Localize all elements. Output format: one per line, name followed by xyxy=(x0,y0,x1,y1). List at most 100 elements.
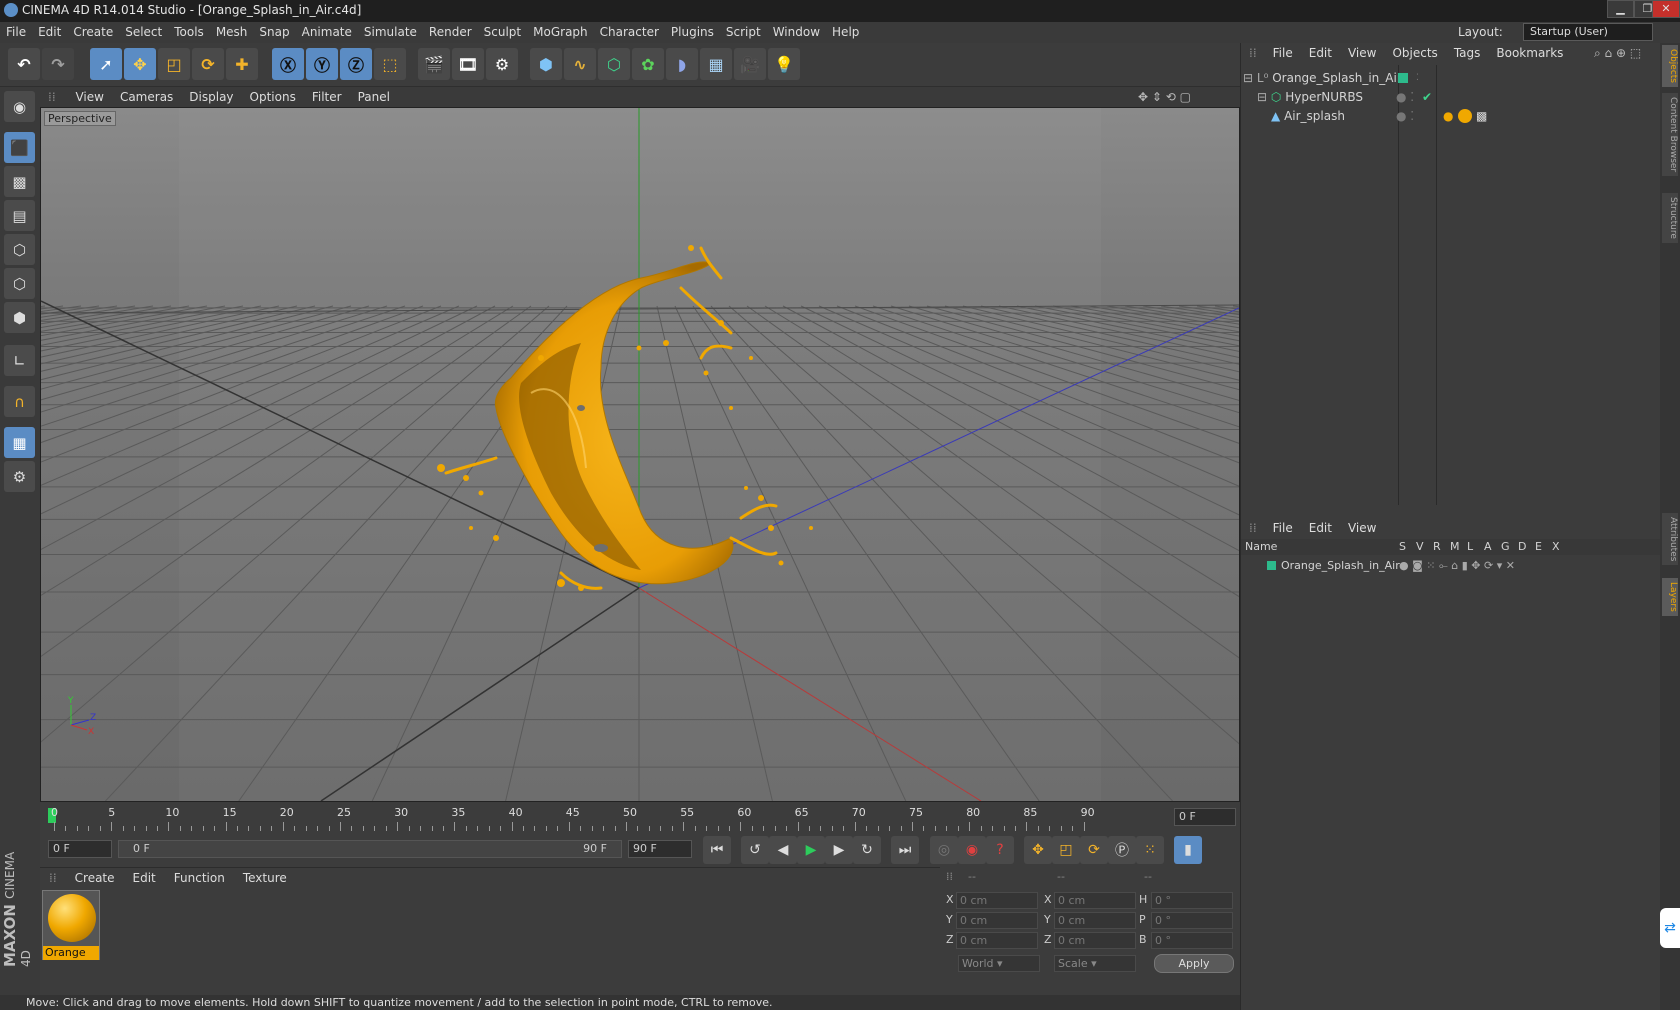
viewport-menu-panel[interactable]: Panel xyxy=(358,90,390,104)
object-name[interactable]: Orange_Splash_in_Air xyxy=(1272,71,1402,85)
apply-button[interactable]: Apply xyxy=(1154,954,1234,973)
material-menu-create[interactable]: Create xyxy=(75,871,115,885)
menu-animate[interactable]: Animate xyxy=(302,22,352,43)
render-picture-viewer-button[interactable]: 🎞 xyxy=(452,48,484,80)
layer-menu-file[interactable]: File xyxy=(1273,521,1293,535)
menu-character[interactable]: Character xyxy=(600,22,659,43)
z-axis-lock-button[interactable]: Ⓩ xyxy=(340,48,372,80)
scheme-settings-button[interactable]: ▮ xyxy=(1174,836,1202,864)
menu-mograph[interactable]: MoGraph xyxy=(533,22,588,43)
perspective-viewport[interactable]: Y Z X Perspective xyxy=(40,107,1240,802)
rotate-tool-button[interactable]: ⟳ xyxy=(192,48,224,80)
menu-plugins[interactable]: Plugins xyxy=(671,22,714,43)
object-menu-bookmarks[interactable]: Bookmarks xyxy=(1496,46,1563,60)
tab-layers[interactable]: Layers xyxy=(1662,578,1678,616)
object-menu-tags[interactable]: Tags xyxy=(1454,46,1481,60)
layer-menu-view[interactable]: View xyxy=(1348,521,1376,535)
make-editable-button[interactable]: ◉ xyxy=(4,91,35,122)
layer-color-swatch[interactable] xyxy=(1267,561,1276,570)
object-menu-edit[interactable]: Edit xyxy=(1309,46,1332,60)
viewport-menu-options[interactable]: Options xyxy=(250,90,296,104)
keyframe-selection-button[interactable]: ? xyxy=(986,836,1014,864)
edges-mode-button[interactable]: ⬡ xyxy=(4,268,35,299)
viewport-menu-filter[interactable]: Filter xyxy=(312,90,342,104)
layer-col-generators[interactable]: G xyxy=(1501,539,1510,555)
recent-tool-button[interactable]: ✚ xyxy=(226,48,258,80)
autokeying-button[interactable]: ◉ xyxy=(958,836,986,864)
viewport-menu-view[interactable]: View xyxy=(75,90,103,104)
record-active-objects-button[interactable]: ◎ xyxy=(930,836,958,864)
layer-col-render[interactable]: R xyxy=(1433,539,1441,555)
camera-button[interactable]: 🎥 xyxy=(734,48,766,80)
current-frame-field[interactable]: 0 F xyxy=(1174,808,1236,826)
object-row-air-splash[interactable]: ▲ Air_splash ● ⁚ ● ▩ xyxy=(1243,107,1659,126)
size-x-field[interactable]: 0 cm xyxy=(1054,892,1136,909)
expand-icon[interactable]: ⊟ xyxy=(1243,71,1253,85)
previous-frame-button[interactable]: ◀ xyxy=(769,836,797,864)
snap-button[interactable]: ∩ xyxy=(4,386,35,417)
undo-button[interactable]: ↶ xyxy=(8,48,40,80)
uvw-tag-icon[interactable]: ▩ xyxy=(1476,107,1487,126)
coordinate-mode-dropdown[interactable]: World ▾ xyxy=(958,955,1040,972)
end-frame-field[interactable]: 90 F xyxy=(628,840,692,858)
rotation-h-field[interactable]: 0 ° xyxy=(1151,892,1233,909)
viewport-menu-display[interactable]: Display xyxy=(189,90,233,104)
position-x-field[interactable]: 0 cm xyxy=(956,892,1038,909)
object-row-hypernurbs[interactable]: ⊟ ⬡ HyperNURBS ● ⁚ ✔ xyxy=(1243,88,1659,107)
layout-select[interactable]: Startup (User) xyxy=(1523,23,1653,41)
size-z-field[interactable]: 0 cm xyxy=(1054,932,1136,949)
tab-attributes[interactable]: Attributes xyxy=(1662,513,1678,566)
y-axis-lock-button[interactable]: Ⓨ xyxy=(306,48,338,80)
move-tool-button[interactable]: ✥ xyxy=(124,48,156,80)
axis-mode-button[interactable]: ∟ xyxy=(4,345,35,376)
next-key-button[interactable]: ↻ xyxy=(853,836,881,864)
menu-render[interactable]: Render xyxy=(429,22,472,43)
model-mode-button[interactable]: ⬛ xyxy=(4,132,35,163)
timeline-ruler[interactable]: 0 5 10 15 20 25 30 35 40 45 50 55 60 65 70 75 80 85 90 0 F xyxy=(40,802,1240,832)
object-row-orange-splash[interactable]: ⊟ L⁰ Orange_Splash_in_Air ⁚ xyxy=(1243,69,1659,88)
menu-simulate[interactable]: Simulate xyxy=(364,22,417,43)
material-tag-icon[interactable] xyxy=(1458,109,1472,123)
layer-name[interactable]: Orange_Splash_in_Air xyxy=(1281,559,1400,572)
menu-edit[interactable]: Edit xyxy=(38,22,61,43)
go-to-end-button[interactable]: ⏭ xyxy=(891,836,919,864)
texture-mode-button[interactable]: ▩ xyxy=(4,166,35,197)
start-frame-field[interactable]: 0 F xyxy=(48,840,112,858)
record-scale-button[interactable]: ◰ xyxy=(1052,836,1080,864)
deformer-button[interactable]: ◗ xyxy=(666,48,698,80)
close-button[interactable]: ✕ xyxy=(1652,0,1680,18)
object-name[interactable]: Air_splash xyxy=(1284,109,1345,123)
enabled-check-icon[interactable]: ✔ xyxy=(1422,88,1432,107)
render-settings-button[interactable]: ⚙ xyxy=(486,48,518,80)
previous-key-button[interactable]: ↺ xyxy=(741,836,769,864)
menu-mesh[interactable]: Mesh xyxy=(216,22,248,43)
layer-col-solo[interactable]: S xyxy=(1399,539,1406,555)
redo-button[interactable]: ↷ xyxy=(42,48,74,80)
x-axis-lock-button[interactable]: Ⓧ xyxy=(272,48,304,80)
viewport-menu-cameras[interactable]: Cameras xyxy=(120,90,173,104)
phong-tag-icon[interactable]: ● xyxy=(1443,107,1453,126)
cloner-button[interactable]: ✿ xyxy=(632,48,664,80)
go-to-start-button[interactable]: ⏮ xyxy=(703,836,731,864)
menu-file[interactable]: File xyxy=(6,22,26,43)
viewport-navigation-icons[interactable]: ✥ ⇕ ⟲ ▢ xyxy=(1138,87,1191,107)
layer-col-xref[interactable]: X xyxy=(1552,539,1560,555)
frame-range-slider[interactable]: 0 F 90 F xyxy=(118,840,622,858)
size-mode-dropdown[interactable]: Scale ▾ xyxy=(1054,955,1136,972)
coordinate-system-button[interactable]: ⬚ xyxy=(374,48,406,80)
size-y-field[interactable]: 0 cm xyxy=(1054,912,1136,929)
rotation-b-field[interactable]: 0 ° xyxy=(1151,932,1233,949)
position-y-field[interactable]: 0 cm xyxy=(956,912,1038,929)
menu-select[interactable]: Select xyxy=(125,22,162,43)
tab-content-browser[interactable]: Content Browser xyxy=(1662,93,1678,177)
layer-menu-edit[interactable]: Edit xyxy=(1309,521,1332,535)
spline-pen-button[interactable]: ∿ xyxy=(564,48,596,80)
menu-tools[interactable]: Tools xyxy=(174,22,204,43)
subdivision-surface-button[interactable]: ⬡ xyxy=(598,48,630,80)
visibility-dots[interactable]: ⁚ xyxy=(1416,69,1419,88)
layer-col-deformers[interactable]: D xyxy=(1518,539,1526,555)
visibility-dots[interactable]: ● ⁚ xyxy=(1396,88,1414,107)
menu-script[interactable]: Script xyxy=(726,22,761,43)
layer-col-animation[interactable]: A xyxy=(1484,539,1492,555)
menu-create[interactable]: Create xyxy=(73,22,113,43)
